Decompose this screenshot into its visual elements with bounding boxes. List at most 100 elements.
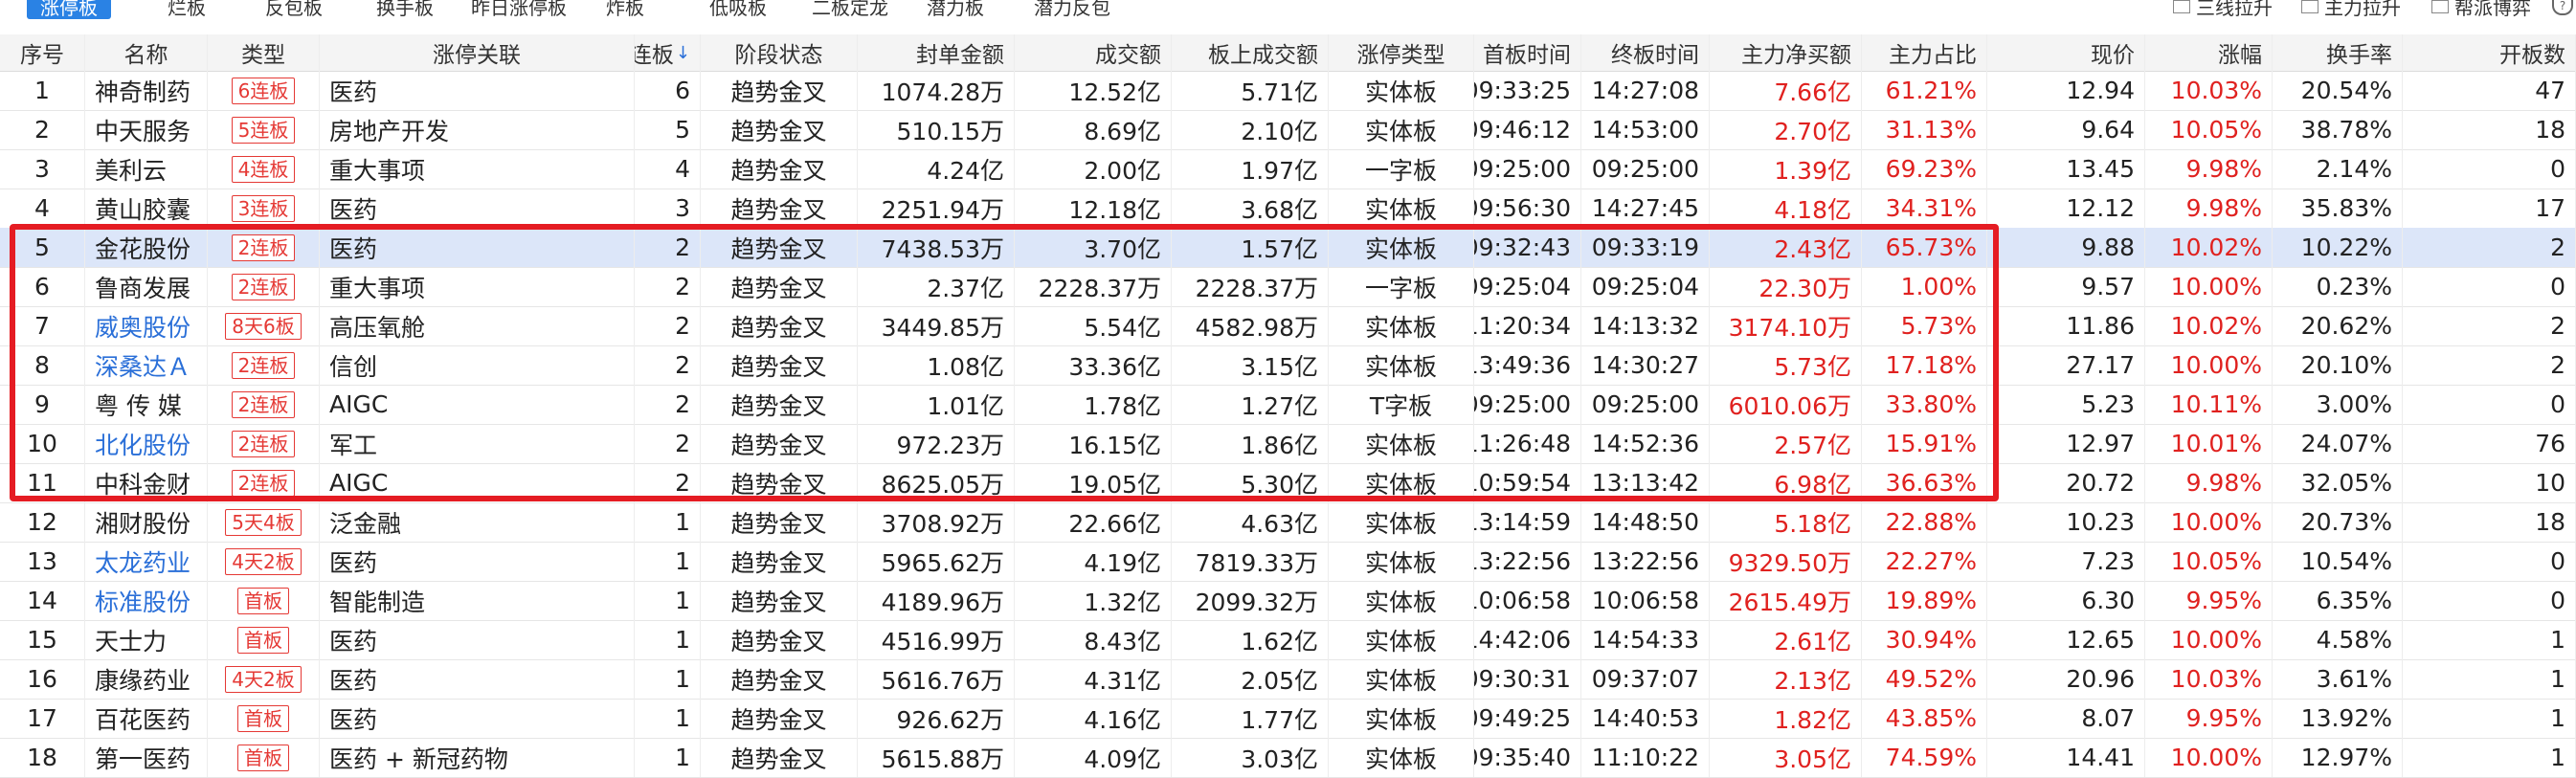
cell-text[interactable]: 粤 传 媒 (95, 388, 182, 422)
cell-text[interactable]: 深桑达Ａ (95, 348, 190, 383)
cell-text: 09:30:31 (1474, 665, 1571, 693)
cell-text[interactable]: 美利云 (95, 152, 167, 187)
table-row[interactable]: 9 粤 传 媒 2连板 AIGC 2 趋势金叉 1.01亿 1.78亿 1.27亿 T字板 09:2… (0, 385, 2576, 425)
cell-seal: 4516.99万 (858, 620, 1015, 659)
table-row[interactable]: 4 黄山胶囊 3连板 医药 3 趋势金叉 2251.94万 12.18亿 3.68亿 实体板 09:… (0, 189, 2576, 229)
cell-text[interactable]: 太龙药业 (95, 545, 190, 579)
cell-name[interactable]: 百花医药 (85, 699, 208, 738)
table-row[interactable]: 14 标准股份 首板 智能制造 1 趋势金叉 4189.96万 1.32亿 2099.32万 实体… (0, 581, 2576, 621)
checkbox-icon[interactable] (2301, 0, 2318, 13)
table-row[interactable]: 5 金花股份 2连板 医药 2 趋势金叉 7438.53万 3.70亿 1.57亿 实体板 09:3… (0, 228, 2576, 268)
column-header-last-time[interactable]: 终板时间 (1581, 34, 1710, 71)
column-header-label: 现价 (2091, 43, 2135, 68)
tab-8[interactable]: 潜力板 (927, 0, 984, 19)
cell-relation: 军工 (320, 424, 635, 463)
column-header-type[interactable]: 类型 (208, 34, 320, 71)
column-header-net-ratio[interactable]: 主力占比 (1862, 34, 1987, 71)
cell-text[interactable]: 标准股份 (95, 584, 190, 618)
cell-name[interactable]: 粤 传 媒 (85, 385, 208, 424)
column-header-seal[interactable]: 封单金额 (858, 34, 1015, 71)
table-row[interactable]: 16 康缘药业 4天2板医药 1 趋势金叉 5616.76万 4.31亿 2.05亿 实体板 09… (0, 659, 2576, 700)
checkbox-icon[interactable] (2173, 0, 2190, 13)
help-icon[interactable]: ? (2552, 0, 2573, 15)
table-row[interactable]: 13 太龙药业 4天2板 医药 1 趋势金叉 5965.62万 4.19亿 7819.33万 实体… (0, 542, 2576, 582)
cell-text[interactable]: 第一医药 (95, 741, 190, 775)
cell-name[interactable]: 威奥股份 (85, 306, 208, 345)
option-checkbox-1[interactable]: 主力拉升 (2301, 0, 2401, 19)
table-row[interactable]: 6 鲁商发展 2连板 重大事项 2 趋势金叉 2.37亿 2228.37万 2228.37万 一字… (0, 267, 2576, 307)
column-header-turnover-rate[interactable]: 换手率 (2273, 34, 2403, 71)
cell-first-time: 13:14:59 (1474, 502, 1581, 542)
column-header-price[interactable]: 现价 (1987, 34, 2145, 71)
cell-text[interactable]: 鲁商发展 (95, 270, 190, 304)
column-header-open-count[interactable]: 开板数 (2403, 34, 2576, 71)
cell-name[interactable]: 天士力 (85, 620, 208, 659)
table-row[interactable]: 7 威奥股份 8天6板 高压氧舱 2 趋势金叉 3449.85万 5.54亿 4582.98万 实… (0, 306, 2576, 346)
cell-limit-type: 实体板 (1329, 659, 1474, 699)
cell-name[interactable]: 黄山胶囊 (85, 189, 208, 228)
checkbox-icon[interactable] (2431, 0, 2449, 13)
cell-name[interactable]: 深桑达Ａ (85, 345, 208, 385)
table-row[interactable]: 15 天士力 首板 医药 1 趋势金叉 4516.99万 8.43亿 1.62亿 实体板 14:42… (0, 620, 2576, 660)
column-header-lianban[interactable]: 连板↓ (635, 34, 701, 71)
column-header-change[interactable]: 涨幅 (2145, 34, 2273, 71)
cell-text[interactable]: 百花医药 (95, 701, 190, 736)
cell-name[interactable]: 金花股份 (85, 228, 208, 267)
table-row[interactable]: 10 北化股份 2连板 军工 2 趋势金叉 972.23万 16.15亿 1.86亿 实体板 11:… (0, 424, 2576, 464)
column-header-first-time[interactable]: 首板时间 (1474, 34, 1581, 71)
column-header-limit-type[interactable]: 涨停类型 (1329, 34, 1474, 71)
table-row[interactable]: 8 深桑达Ａ 2连板 信创 2 趋势金叉 1.08亿 33.36亿 3.15亿 实体板 13:49:… (0, 345, 2576, 386)
tab-6[interactable]: 低吸板 (709, 0, 767, 19)
cell-name[interactable]: 中科金财 (85, 463, 208, 502)
tab-4[interactable]: 昨日涨停板 (471, 0, 567, 19)
cell-name[interactable]: 第一医药 (85, 738, 208, 777)
option-checkbox-0[interactable]: 三线拉升 (2173, 0, 2273, 19)
cell-last-time: 09:37:07 (1581, 659, 1710, 699)
cell-text[interactable]: 北化股份 (95, 427, 190, 461)
cell-name[interactable]: 神奇制药 (85, 71, 208, 110)
cell-text[interactable]: 康缘药业 (95, 662, 190, 697)
cell-text[interactable]: 黄山胶囊 (95, 191, 190, 226)
cell-text[interactable]: 中天服务 (95, 113, 190, 147)
option-checkbox-2[interactable]: 帮派博弈 (2431, 0, 2531, 19)
cell-name[interactable]: 标准股份 (85, 581, 208, 620)
table-row[interactable]: 12 湘财股份 5天4板 泛金融 1 趋势金叉 3708.92万 22.66亿 4.63亿 实体板… (0, 502, 2576, 543)
column-header-name[interactable]: 名称 (85, 34, 208, 71)
cell-text[interactable]: 湘财股份 (95, 505, 190, 540)
cell-name[interactable]: 太龙药业 (85, 542, 208, 581)
table-row[interactable]: 3 美利云 4连板 重大事项 4 趋势金叉 4.24亿 2.00亿 1.97亿 一字板 09:25:… (0, 149, 2576, 189)
cell-text[interactable]: 神奇制药 (95, 74, 190, 108)
cell-text: 3.05亿 (1774, 745, 1851, 773)
cell-text[interactable]: 中科金财 (95, 466, 190, 500)
tab-7[interactable]: 二板定龙 (812, 0, 888, 19)
column-header-no[interactable]: 序号 (0, 34, 85, 71)
column-header-net-buy[interactable]: 主力净买额 (1710, 34, 1862, 71)
tab-3[interactable]: 换手板 (376, 0, 434, 19)
column-header-turnover[interactable]: 成交额 (1015, 34, 1172, 71)
table-row[interactable]: 1 神奇制药 6连板 医药 6 趋势金叉 1074.28万 12.52亿 5.71亿 实体板 09:… (0, 71, 2576, 111)
table-row[interactable]: 11 中科金财 2连板 AIGC 2 趋势金叉 8625.05万 19.05亿 5.30亿 实体板… (0, 463, 2576, 503)
sort-desc-icon[interactable]: ↓ (676, 43, 690, 63)
tab-9[interactable]: 潜力反包 (1034, 0, 1110, 19)
tab-0[interactable]: 涨停板 (27, 0, 111, 19)
cell-stage: 趋势金叉 (701, 228, 858, 267)
table-row[interactable]: 17 百花医药 首板 医药 1 趋势金叉 926.62万 4.16亿 1.77亿 实体板 09:49… (0, 699, 2576, 739)
cell-name[interactable]: 鲁商发展 (85, 267, 208, 306)
option-label: 三线拉升 (2196, 0, 2273, 19)
column-header-stage[interactable]: 阶段状态 (701, 34, 858, 71)
table-row[interactable]: 18 第一医药 首板 医药 + 新冠药物 1 趋势金叉 5615.88万 4.09亿 3.03亿… (0, 738, 2576, 778)
cell-name[interactable]: 康缘药业 (85, 659, 208, 699)
cell-text[interactable]: 威奥股份 (95, 309, 190, 344)
cell-text[interactable]: 天士力 (95, 623, 167, 657)
cell-text[interactable]: 金花股份 (95, 231, 190, 265)
column-header-board-turnover[interactable]: 板上成交额 (1172, 34, 1329, 71)
tab-5[interactable]: 炸板 (606, 0, 644, 19)
tab-1[interactable]: 烂板 (168, 0, 206, 19)
cell-name[interactable]: 湘财股份 (85, 502, 208, 542)
cell-name[interactable]: 中天服务 (85, 110, 208, 149)
cell-name[interactable]: 北化股份 (85, 424, 208, 463)
cell-name[interactable]: 美利云 (85, 149, 208, 189)
column-header-relation[interactable]: 涨停关联 (320, 34, 635, 71)
table-row[interactable]: 2 中天服务 5连板 房地产开发 5 趋势金叉 510.15万 8.69亿 2.10亿 实体板 09… (0, 110, 2576, 150)
tab-2[interactable]: 反包板 (265, 0, 323, 19)
